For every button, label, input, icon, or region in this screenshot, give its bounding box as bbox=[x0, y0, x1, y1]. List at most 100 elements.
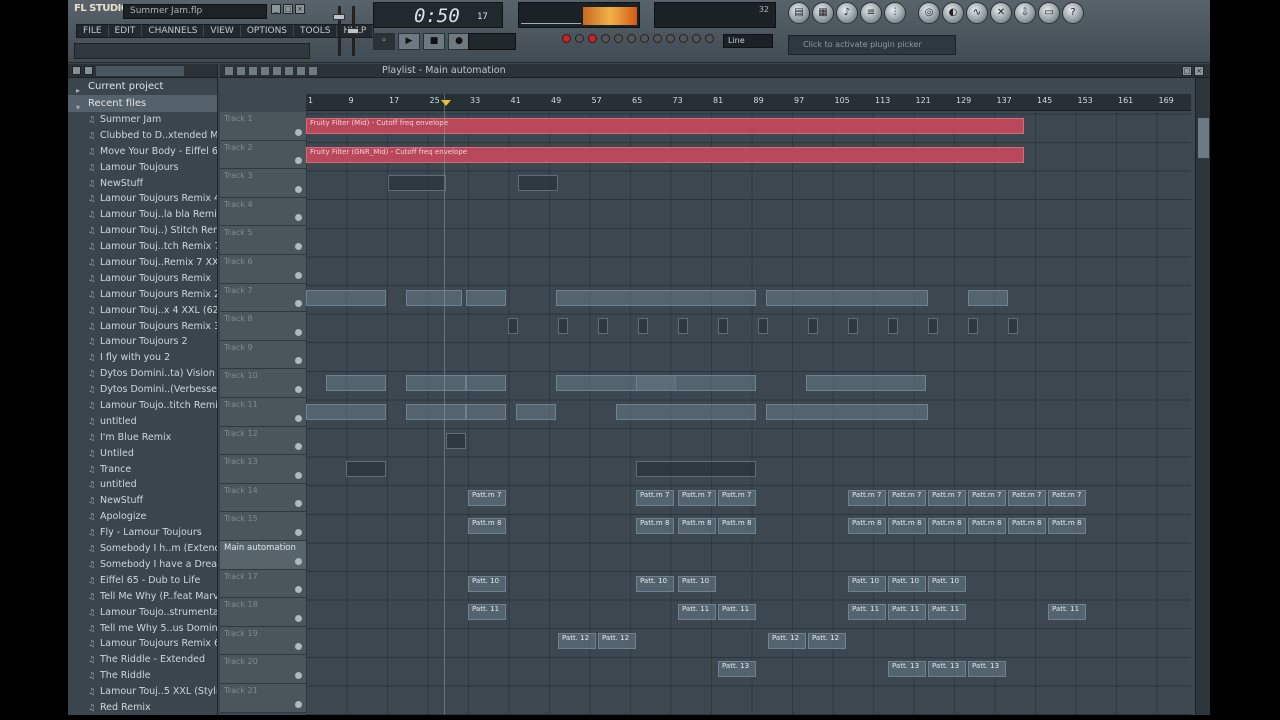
pattern-clip[interactable]: Patt.m 8 bbox=[468, 518, 506, 535]
pattern-clip[interactable] bbox=[636, 375, 756, 392]
pattern-clip[interactable] bbox=[406, 289, 462, 306]
menu-file[interactable]: FILE bbox=[77, 25, 109, 37]
led-10[interactable] bbox=[679, 34, 688, 43]
recent-file-item[interactable]: ♫ untitled bbox=[68, 414, 217, 430]
browser-current-project[interactable]: ▸ Current project bbox=[68, 78, 217, 95]
pattern-clip[interactable] bbox=[306, 289, 386, 306]
pattern-clip[interactable] bbox=[516, 404, 556, 420]
pattern-clip[interactable] bbox=[406, 404, 466, 420]
track-header[interactable]: Track 5 bbox=[220, 226, 306, 255]
recent-file-item[interactable]: ♫ The Riddle bbox=[68, 668, 217, 684]
pattern-clip[interactable]: Patt. 12 bbox=[808, 632, 846, 649]
wave-icon[interactable]: ∿ bbox=[966, 2, 988, 24]
pattern-clip[interactable]: Patt.m 7 bbox=[848, 489, 886, 506]
record-icon[interactable]: ● bbox=[448, 33, 470, 50]
playlist-maximize-icon[interactable]: □ bbox=[1182, 66, 1192, 76]
track-mute-led[interactable] bbox=[295, 242, 302, 250]
scroll-thumb[interactable] bbox=[1198, 118, 1209, 158]
pattern-clip[interactable]: Patt.m 7 bbox=[468, 489, 506, 506]
led-2[interactable] bbox=[575, 34, 584, 43]
recent-file-item[interactable]: ♫ Red Remix bbox=[68, 700, 217, 715]
pattern-clip[interactable]: Patt.m 7 bbox=[888, 489, 926, 506]
automation-clip[interactable]: Fruity Filter (Mid) - Cutoff freq envelo… bbox=[306, 118, 1024, 134]
browser-icon[interactable]: ≡ bbox=[860, 2, 882, 24]
pattern-clip[interactable] bbox=[678, 318, 688, 335]
track-header[interactable]: Track 17 bbox=[220, 569, 306, 599]
track-mute-led[interactable] bbox=[295, 300, 302, 308]
track-mute-led[interactable] bbox=[295, 500, 302, 508]
paint-tool-icon[interactable] bbox=[236, 66, 246, 76]
playlist-scrollbar[interactable] bbox=[1195, 78, 1210, 715]
pattern-clip[interactable]: Patt. 10 bbox=[636, 575, 674, 592]
pattern-clip[interactable]: Patt. 12 bbox=[598, 632, 636, 649]
pattern-clip[interactable]: Patt.m 8 bbox=[718, 518, 756, 535]
mixer-icon[interactable]: ⫶ bbox=[884, 2, 906, 24]
browser-back-icon[interactable] bbox=[84, 66, 93, 75]
close-icon[interactable]: × bbox=[295, 4, 305, 14]
track-mute-led[interactable] bbox=[295, 443, 302, 451]
stop-icon[interactable]: ■ bbox=[423, 33, 445, 50]
recent-file-item[interactable]: ♫ Lamour Touj..Remix 7 XXL bbox=[68, 255, 217, 271]
track-header[interactable]: Track 11 bbox=[220, 398, 306, 427]
pattern-clip[interactable]: Patt.m 8 bbox=[636, 518, 674, 535]
track-mute-led[interactable] bbox=[295, 157, 302, 165]
record-audio-icon[interactable]: ✕ bbox=[990, 2, 1012, 24]
browser-filter[interactable] bbox=[96, 65, 184, 76]
playlist-grid[interactable]: Fruity Filter (Mid) - Cutoff freq envelo… bbox=[306, 112, 1191, 715]
recent-file-item[interactable]: ♫ Lamour Toujo..titch Remix) bbox=[68, 398, 217, 414]
track-mute-led[interactable] bbox=[295, 328, 302, 336]
track-mute-led[interactable] bbox=[295, 528, 302, 536]
render-icon[interactable]: ⇩ bbox=[1014, 2, 1036, 24]
led-9[interactable] bbox=[666, 34, 675, 43]
pattern-clip[interactable]: Patt. 12 bbox=[768, 632, 806, 649]
recent-file-item[interactable]: ♫ The Riddle - Extended bbox=[68, 652, 217, 668]
track-header[interactable]: Track 12 bbox=[220, 426, 306, 456]
pattern-clip[interactable]: Patt.m 8 bbox=[1008, 518, 1046, 535]
pattern-clip[interactable] bbox=[446, 432, 466, 449]
help-icon[interactable]: ? bbox=[1062, 2, 1084, 24]
pattern-clip[interactable] bbox=[598, 318, 608, 335]
master-volume-handle[interactable] bbox=[333, 14, 345, 20]
track-header[interactable]: Track 20 bbox=[220, 655, 306, 684]
browser-menu-icon[interactable] bbox=[72, 66, 81, 75]
pattern-clip[interactable]: Patt. 10 bbox=[888, 575, 926, 592]
pattern-clip[interactable] bbox=[518, 175, 558, 192]
pattern-clip[interactable] bbox=[1008, 318, 1018, 335]
play-tool-icon[interactable] bbox=[308, 66, 318, 76]
track-mute-led[interactable] bbox=[295, 214, 302, 222]
track-header[interactable]: Track 13 bbox=[220, 455, 306, 484]
pattern-clip[interactable] bbox=[558, 318, 568, 335]
track-mute-led[interactable] bbox=[295, 414, 302, 422]
step-sequencer-icon[interactable]: ▦ bbox=[812, 2, 834, 24]
pattern-clip[interactable]: Patt. 10 bbox=[468, 575, 506, 592]
track-header[interactable]: Main automation bbox=[220, 541, 306, 570]
pattern-clip[interactable]: Patt. 13 bbox=[718, 661, 756, 678]
pattern-clip[interactable]: Patt. 11 bbox=[678, 604, 716, 621]
led-4[interactable] bbox=[601, 34, 610, 43]
recent-file-item[interactable]: ♫ Lamour Toujours Remix 6 bbox=[68, 636, 217, 652]
snap-selector[interactable]: Line bbox=[723, 34, 773, 48]
track-header[interactable]: Track 10 bbox=[220, 369, 306, 398]
playlist-close-icon[interactable]: × bbox=[1194, 66, 1204, 76]
track-mute-led[interactable] bbox=[295, 557, 302, 565]
menu-options[interactable]: OPTIONS bbox=[241, 25, 295, 37]
pattern-clip[interactable] bbox=[346, 461, 386, 478]
pattern-clip[interactable]: Patt. 11 bbox=[888, 604, 926, 621]
plugin-picker-hint[interactable]: Click to activate plugin picker bbox=[788, 35, 956, 55]
mute-tool-icon[interactable] bbox=[260, 66, 270, 76]
pattern-clip[interactable]: Patt. 10 bbox=[678, 575, 716, 592]
recent-file-item[interactable]: ♫ Lamour Toujours Remix bbox=[68, 271, 217, 287]
menu-channels[interactable]: CHANNELS bbox=[142, 25, 205, 37]
pattern-clip[interactable]: Patt.m 8 bbox=[968, 518, 1006, 535]
pattern-clip[interactable] bbox=[636, 461, 756, 478]
timeline-ruler[interactable]: 1 9 17 25 33 41 49 57 65 73 81 89 97 105 113 121 129 137 1… bbox=[306, 94, 1191, 111]
pattern-clip[interactable]: Patt.m 8 bbox=[848, 518, 886, 535]
pattern-clip[interactable] bbox=[968, 318, 978, 335]
pattern-clip[interactable]: Patt. 11 bbox=[718, 604, 756, 621]
track-header[interactable]: Track 18 bbox=[220, 598, 306, 627]
pattern-clip[interactable] bbox=[616, 404, 756, 420]
piano-roll-icon[interactable]: ♪ bbox=[836, 2, 858, 24]
recent-file-item[interactable]: ♫ Somebody I have a Dream bbox=[68, 557, 217, 573]
pattern-clip[interactable]: Patt.m 7 bbox=[636, 489, 674, 506]
pattern-clip[interactable] bbox=[388, 175, 446, 192]
